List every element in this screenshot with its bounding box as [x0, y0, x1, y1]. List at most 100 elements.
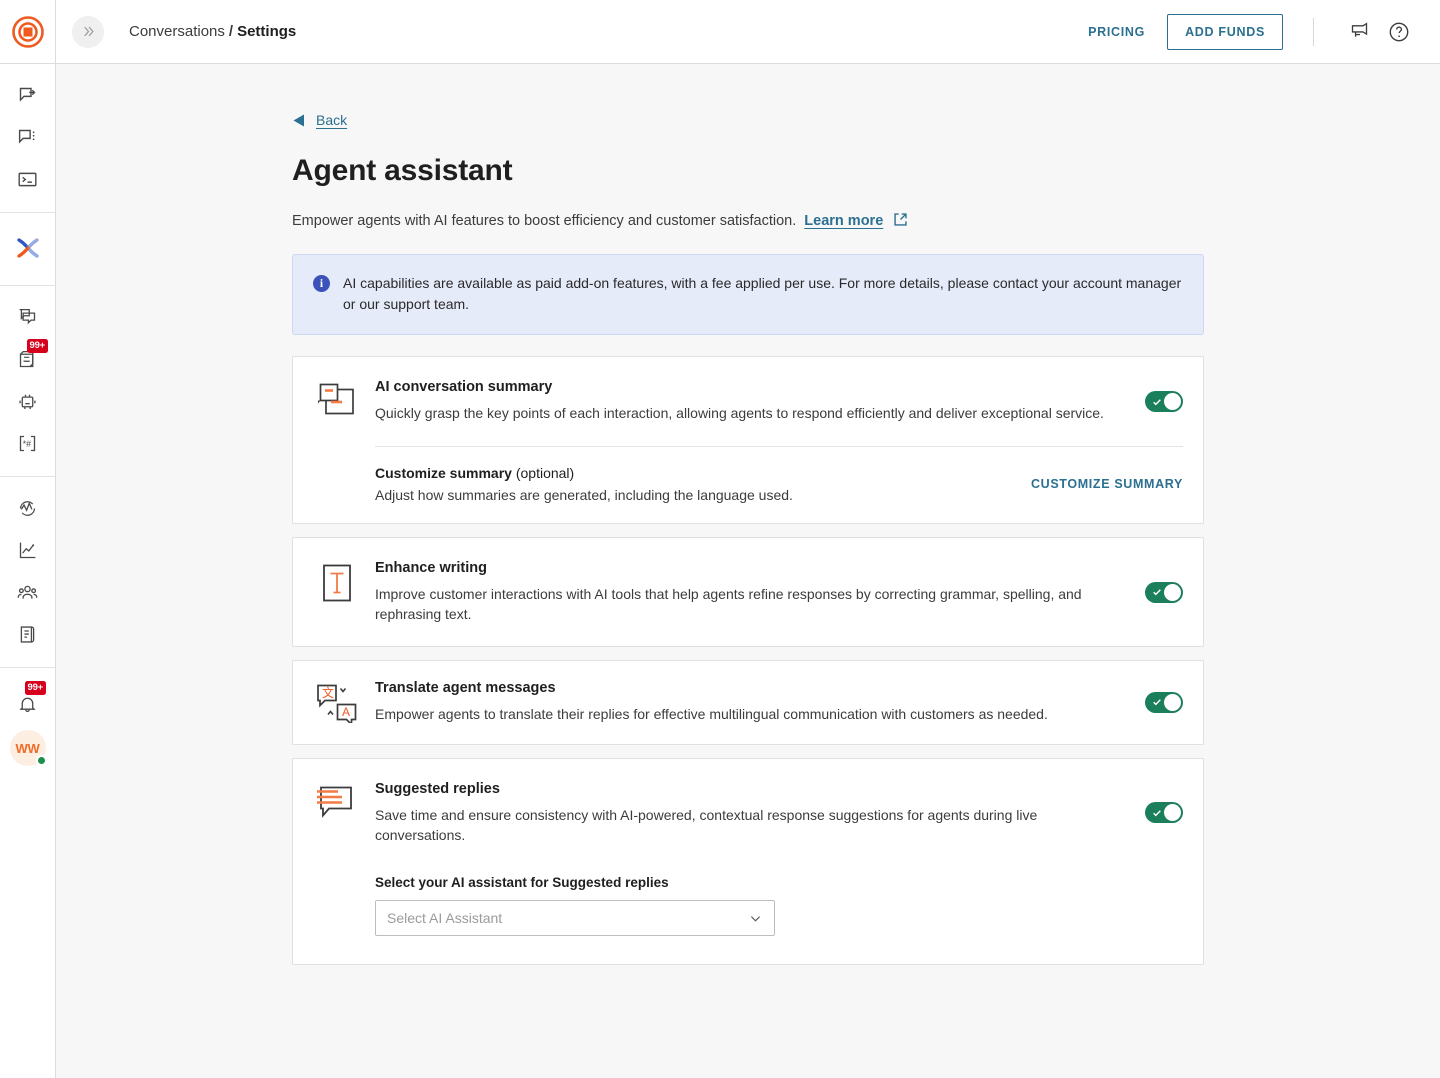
sidebar-item-team[interactable] — [8, 571, 48, 613]
topbar-actions: PRICING ADD FUNDS — [1074, 13, 1416, 50]
announcements-button[interactable] — [1342, 15, 1376, 49]
page-subtitle: Empower agents with AI features to boost… — [292, 210, 1204, 229]
sidebar-item-terminal[interactable] — [8, 158, 48, 200]
card-translate-agent-messages: 文 A Translate agent messages Empower age… — [292, 660, 1204, 745]
check-icon — [1152, 808, 1162, 818]
topbar-divider — [1313, 17, 1314, 46]
chevron-down-icon — [748, 911, 763, 926]
toggle-cell — [1137, 802, 1183, 824]
card-title: AI conversation summary — [375, 379, 553, 396]
sidebar-item-chat-menu[interactable] — [8, 116, 48, 158]
pulse-icon — [19, 500, 36, 516]
card-main-row: Enhance writing Improve customer interac… — [293, 538, 1203, 647]
toggle-knob — [1164, 693, 1181, 711]
sidebar-collapse-button[interactable] — [72, 15, 104, 48]
bell-icon — [19, 697, 36, 712]
toggle-enhance-writing[interactable] — [1145, 581, 1183, 603]
translate-icon: 文 A — [313, 680, 375, 724]
back-link[interactable]: Back — [292, 112, 347, 128]
card-suggested-replies: Suggested replies Save time and ensure c… — [292, 757, 1204, 966]
card-description: Quickly grasp the key points of each int… — [375, 405, 1104, 422]
toggle-translate-agent-messages[interactable] — [1145, 691, 1183, 713]
info-banner: i AI capabilities are available as paid … — [292, 254, 1204, 336]
card-extra: Select your AI assistant for Suggested r… — [293, 867, 1203, 964]
sidebar-item-monitoring[interactable] — [8, 487, 48, 529]
sidebar-item-canned-responses[interactable] — [8, 296, 48, 338]
sidebar-item-reports[interactable] — [8, 529, 48, 571]
toggle-cell — [1137, 691, 1183, 713]
top-bar: Conversations / Settings PRICING ADD FUN… — [56, 0, 1440, 64]
left-sidebar: 99+ *# 99+ WW — [0, 0, 56, 1078]
chat-forward-icon — [19, 87, 36, 102]
card-ai-conversation-summary: AI conversation summary Quickly grasp th… — [292, 356, 1204, 524]
megaphone-icon — [1351, 22, 1367, 37]
page-subtitle-text: Empower agents with AI features to boost… — [292, 213, 797, 229]
pricing-button[interactable]: PRICING — [1074, 25, 1159, 39]
text-cursor-icon — [313, 560, 375, 603]
card-enhance-writing: Enhance writing Improve customer interac… — [292, 536, 1204, 648]
card-sub-body: Customize summary (optional) Adjust how … — [375, 465, 1031, 503]
ai-assistant-select[interactable]: Select AI Assistant — [375, 900, 775, 937]
learn-more-link[interactable]: Learn more — [804, 213, 883, 229]
card-main-row: AI conversation summary Quickly grasp th… — [293, 357, 1203, 445]
toggle-knob — [1164, 804, 1181, 822]
check-icon — [1152, 587, 1162, 597]
sidebar-group-3: 99+ *# — [0, 286, 56, 477]
double-chevron-right-icon — [83, 26, 94, 37]
content-scroll-area: Back Agent assistant Empower agents with… — [56, 64, 1440, 1078]
sidebar-item-bots[interactable] — [8, 380, 48, 422]
breadcrumb: Conversations / Settings — [129, 23, 296, 40]
toggle-knob — [1164, 393, 1181, 411]
card-body: Suggested replies Save time and ensure c… — [375, 781, 1137, 846]
toggle-cell — [1137, 581, 1183, 603]
sidebar-item-flows[interactable] — [8, 223, 48, 273]
copy-chat-icon — [19, 308, 36, 324]
summary-document-icon — [313, 379, 375, 420]
check-icon — [1152, 697, 1162, 707]
card-body: Translate agent messages Empower agents … — [375, 680, 1137, 724]
info-banner-text: AI capabilities are available as paid ad… — [343, 275, 1182, 312]
customize-summary-button[interactable]: CUSTOMIZE SUMMARY — [1031, 477, 1183, 491]
breadcrumb-parent[interactable]: Conversations — [129, 23, 225, 40]
robot-icon — [19, 394, 36, 409]
sidebar-item-notifications[interactable]: 99+ — [8, 681, 48, 724]
toggle-knob — [1164, 583, 1181, 601]
target-logo-icon — [11, 15, 44, 48]
add-funds-button[interactable]: ADD FUNDS — [1167, 13, 1283, 50]
card-main-row: 文 A Translate agent messages Empower age… — [293, 661, 1203, 743]
app-logo[interactable] — [0, 0, 56, 64]
info-icon: i — [313, 275, 330, 292]
card-description: Improve customer interactions with AI to… — [375, 585, 1082, 623]
svg-text:文: 文 — [322, 685, 334, 700]
chat-menu-icon — [18, 129, 35, 144]
terminal-icon — [18, 172, 37, 186]
card-title: Suggested replies — [375, 780, 500, 797]
x-flow-icon — [16, 238, 39, 258]
settings-page: Back Agent assistant Empower agents with… — [292, 64, 1204, 966]
sidebar-item-archive[interactable]: 99+ — [8, 338, 49, 380]
variables-icon: *# — [19, 435, 36, 451]
sidebar-item-knowledge-base[interactable] — [8, 613, 48, 655]
app-root: 99+ *# 99+ WW Conversations / Settings P… — [0, 0, 1440, 1078]
notifications-badge: 99+ — [24, 681, 47, 695]
card-description: Save time and ensure consistency with AI… — [375, 806, 1038, 843]
sub-title-strong: Customize summary — [375, 464, 512, 481]
sub-title-optional: (optional) — [515, 464, 575, 481]
external-link-icon[interactable] — [893, 212, 908, 231]
sidebar-group-5: 99+ WW — [0, 672, 56, 778]
sidebar-item-variables[interactable]: *# — [8, 422, 48, 464]
card-body: Enhance writing Improve customer interac… — [375, 560, 1137, 625]
main-area: Conversations / Settings PRICING ADD FUN… — [56, 0, 1440, 1078]
sidebar-item-chat-forward[interactable] — [8, 74, 48, 116]
sidebar-group-2 — [0, 213, 56, 286]
caret-left-icon — [292, 113, 305, 128]
back-link-label: Back — [316, 112, 348, 128]
card-title: Translate agent messages — [375, 680, 556, 697]
toggle-suggested-replies[interactable] — [1145, 802, 1183, 824]
help-button[interactable] — [1382, 15, 1416, 49]
avatar[interactable]: WW — [9, 730, 47, 766]
breadcrumb-current: Settings — [237, 23, 297, 40]
card-body: AI conversation summary Quickly grasp th… — [375, 379, 1137, 423]
toggle-ai-conversation-summary[interactable] — [1145, 391, 1183, 413]
book-icon — [20, 625, 35, 643]
